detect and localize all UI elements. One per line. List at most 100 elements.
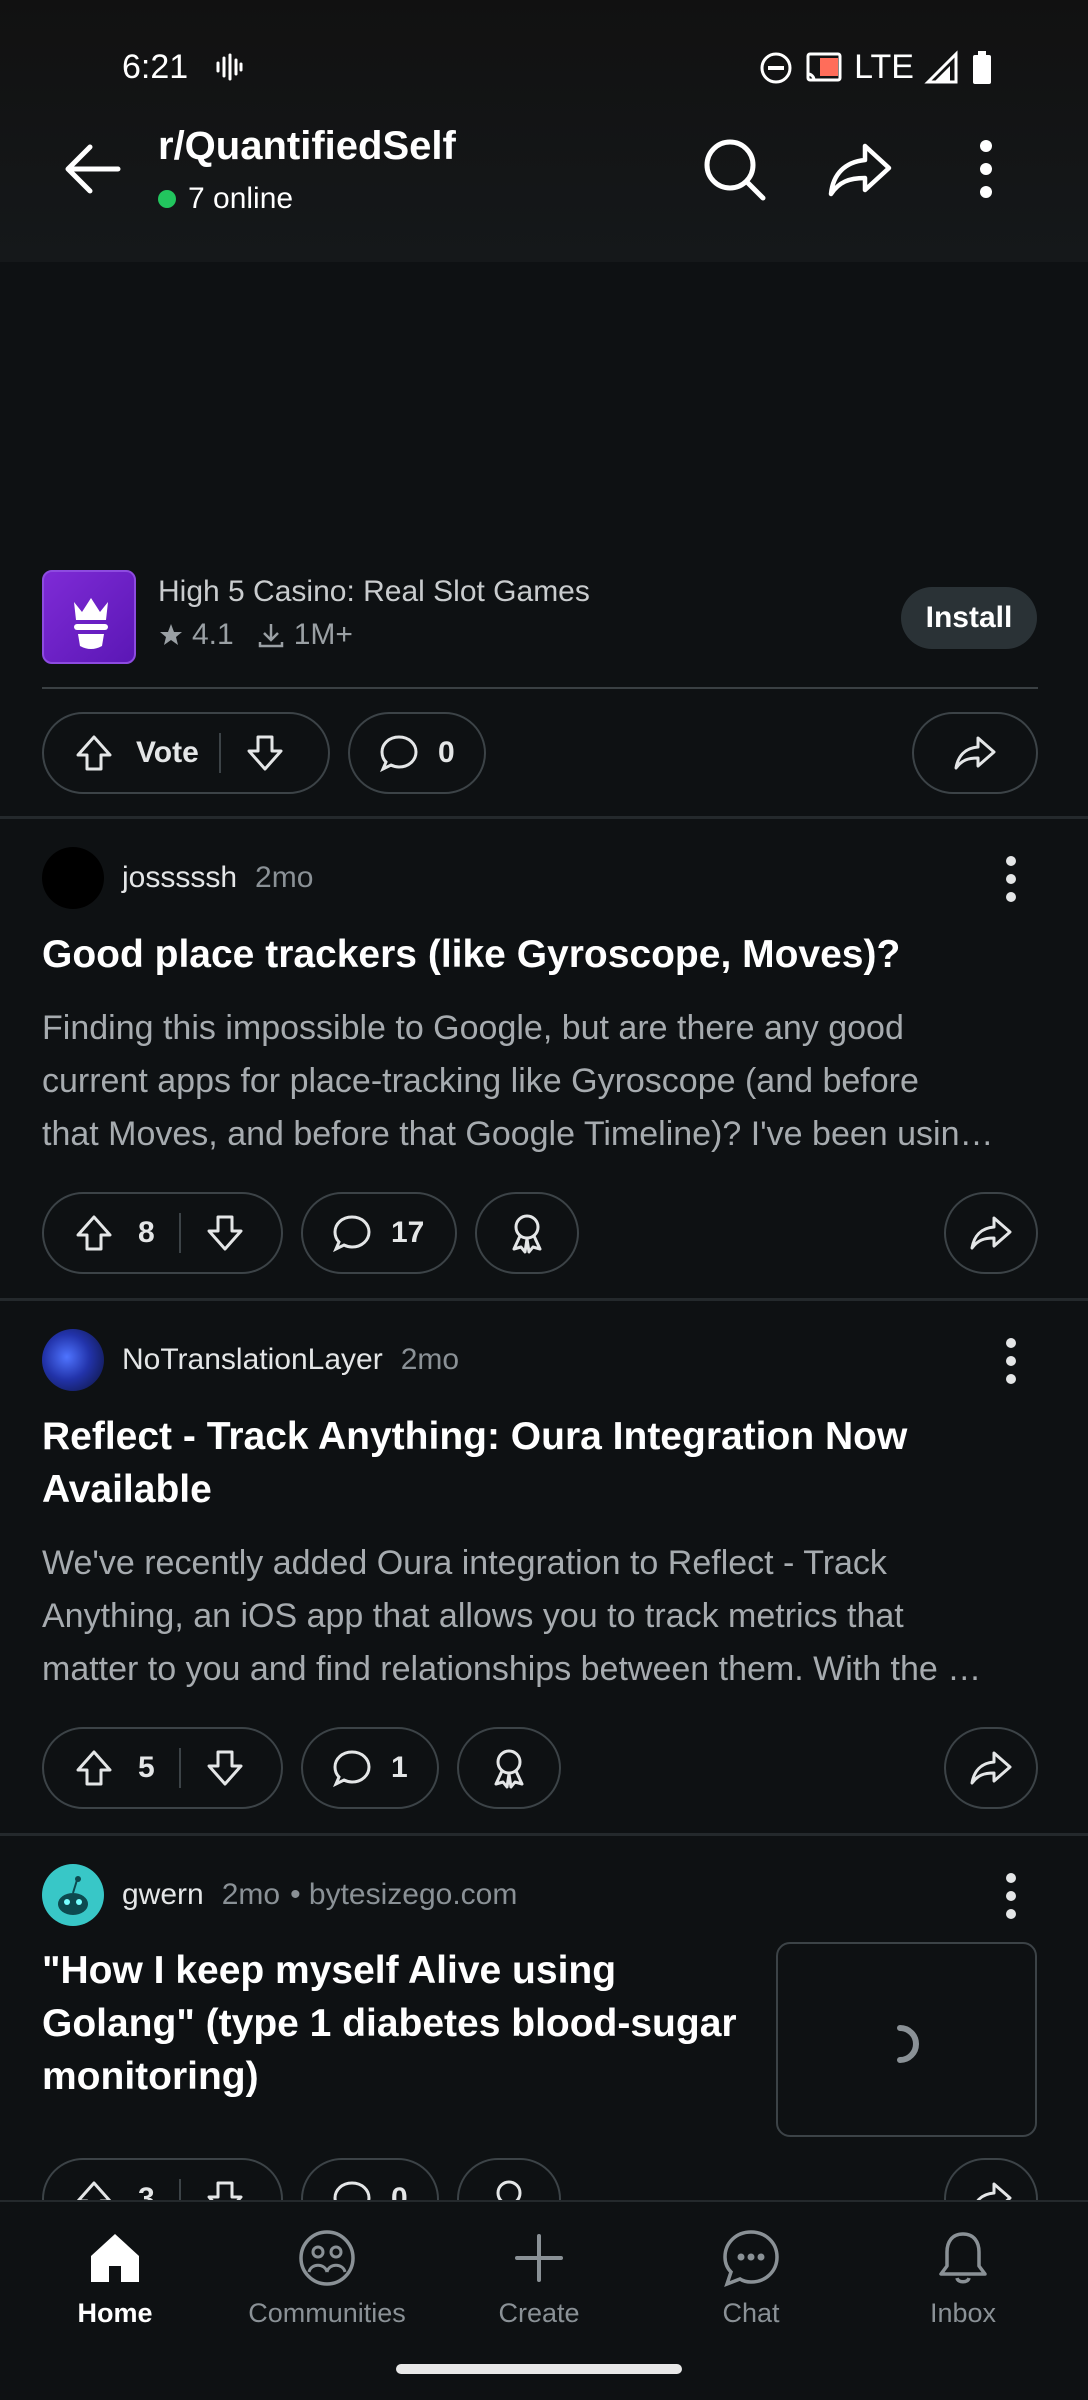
share-icon: [970, 1216, 1012, 1250]
comment-icon: [333, 1215, 371, 1253]
author-name[interactable]: josssssh: [122, 861, 237, 895]
promoted-ad[interactable]: High 5 Casino: Real Slot Games 4.1 1M+ I…: [0, 262, 1088, 818]
casino-logo-icon: [74, 598, 108, 649]
post-title-line: Reflect - Track Anything: Oura Integrati…: [42, 1415, 908, 1458]
star-icon: [160, 624, 182, 645]
post-title[interactable]: Good place trackers (like Gyroscope, Mov…: [42, 928, 1042, 981]
post-title-line: monitoring): [42, 2055, 259, 2098]
post-meta: josssssh 2mo: [42, 847, 313, 909]
more-vertical-icon[interactable]: [949, 132, 1023, 206]
vote-control: 5: [42, 1727, 283, 1809]
ad-rating: 4.1: [192, 618, 234, 651]
cast-icon: [806, 52, 842, 81]
ad-downloads: 1M+: [293, 618, 353, 651]
post-body[interactable]: Finding this impossible to Google, but a…: [42, 1002, 1042, 1161]
nav-communities[interactable]: Communities: [237, 2226, 417, 2329]
link-thumbnail[interactable]: [776, 1942, 1037, 2137]
back-arrow-icon[interactable]: [58, 132, 132, 206]
online-count: 7 online: [158, 182, 293, 216]
award-icon: [494, 1749, 524, 1789]
gesture-handle[interactable]: [396, 2364, 682, 2374]
ad-meta: 4.1 1M+: [158, 618, 353, 652]
downvote-icon[interactable]: [203, 1211, 247, 1255]
share-button[interactable]: [944, 1727, 1038, 1809]
nav-chat[interactable]: Chat: [661, 2226, 841, 2329]
post-title-line: Available: [42, 1468, 212, 1511]
bell-icon: [939, 2232, 987, 2284]
subreddit-header: 6:21 LTE r/QuantifiedSelf 7 online: [0, 0, 1088, 262]
comment-count: 0: [438, 736, 455, 769]
post-domain[interactable]: • bytesizego.com: [290, 1878, 517, 1912]
nav-label: Inbox: [929, 2298, 997, 2328]
divider: [218, 733, 221, 773]
post-body-line: Finding this impossible to Google, but a…: [42, 1009, 904, 1047]
post-time: 2mo: [255, 861, 314, 894]
award-button[interactable]: [457, 1727, 561, 1809]
share-button[interactable]: [944, 1192, 1038, 1274]
post-meta: gwern 2mo • bytesizego.com: [42, 1864, 517, 1926]
app-screen: 6:21 LTE r/QuantifiedSelf 7 online High …: [0, 0, 1088, 2400]
post-body-line: current apps for place-tracking like Gyr…: [42, 1062, 919, 1100]
post-title-line: Golang" (type 1 diabetes blood-sugar: [42, 2002, 737, 2045]
downvote-icon[interactable]: [243, 731, 287, 775]
comments-button[interactable]: 0: [348, 712, 486, 794]
author-name[interactable]: gwern: [122, 1878, 204, 1912]
share-icon: [970, 1751, 1012, 1785]
downvote-icon[interactable]: [203, 1746, 247, 1790]
vibrate-icon: [216, 53, 243, 81]
post-body-line: matter to you and find relationships bet…: [42, 1650, 982, 1688]
home-icon: [91, 2234, 139, 2282]
battery-icon: [973, 50, 991, 84]
search-icon[interactable]: [697, 132, 771, 206]
install-button[interactable]: Install: [901, 587, 1037, 649]
signal-icon: [924, 49, 958, 83]
upvote-icon[interactable]: [72, 731, 116, 775]
avatar[interactable]: [42, 1864, 104, 1926]
vote-count: 5: [138, 1751, 155, 1784]
more-vertical-icon[interactable]: [998, 1336, 1024, 1386]
post-title[interactable]: Reflect - Track Anything: Oura Integrati…: [42, 1410, 1042, 1516]
download-icon: [258, 624, 283, 648]
post-title-line: "How I keep myself Alive using: [42, 1949, 617, 1992]
nav-home[interactable]: Home: [25, 2226, 205, 2329]
upvote-icon[interactable]: [72, 1211, 116, 1255]
share-icon[interactable]: [823, 132, 897, 206]
post-body-line: Anything, an iOS app that allows you to …: [42, 1597, 904, 1635]
subreddit-title[interactable]: r/QuantifiedSelf: [158, 124, 456, 169]
do-not-disturb-icon: [760, 52, 792, 83]
status-time: 6:21: [122, 48, 189, 86]
more-vertical-icon[interactable]: [998, 1871, 1024, 1921]
nav-create[interactable]: Create: [449, 2226, 629, 2329]
communities-icon: [299, 2230, 355, 2286]
share-icon: [954, 736, 996, 770]
upvote-icon[interactable]: [72, 1746, 116, 1790]
vote-label: Vote: [136, 736, 199, 769]
post-meta: NoTranslationLayer 2mo: [42, 1329, 459, 1391]
ad-app-name: High 5 Casino: Real Slot Games: [158, 575, 590, 608]
award-button[interactable]: [475, 1192, 579, 1274]
nav-label: Home: [77, 2298, 153, 2328]
divider: [0, 1833, 1088, 1836]
more-vertical-icon[interactable]: [998, 854, 1024, 904]
avatar[interactable]: [42, 1329, 104, 1391]
divider: [0, 816, 1088, 819]
vote-control: 8: [42, 1192, 283, 1274]
post-title[interactable]: "How I keep myself Alive using Golang" (…: [42, 1944, 762, 2103]
comments-button[interactable]: 1: [301, 1727, 439, 1809]
divider: [178, 1213, 181, 1253]
post-time: 2mo: [221, 1878, 281, 1911]
plus-icon: [515, 2234, 563, 2282]
author-name[interactable]: NoTranslationLayer: [122, 1343, 383, 1377]
nav-inbox[interactable]: Inbox: [873, 2226, 1053, 2329]
comment-count: 17: [391, 1216, 425, 1249]
snoo-avatar-icon: [58, 1876, 88, 1915]
status-icons: LTE: [758, 48, 994, 87]
avatar[interactable]: [42, 847, 104, 909]
online-label: 7 online: [188, 182, 294, 215]
nav-label: Chat: [722, 2298, 780, 2328]
post-body[interactable]: We've recently added Oura integration to…: [42, 1537, 1042, 1696]
ad-app-logo: [42, 570, 136, 664]
comments-button[interactable]: 17: [301, 1192, 457, 1274]
share-button[interactable]: [912, 712, 1038, 794]
chat-icon: [723, 2230, 779, 2287]
